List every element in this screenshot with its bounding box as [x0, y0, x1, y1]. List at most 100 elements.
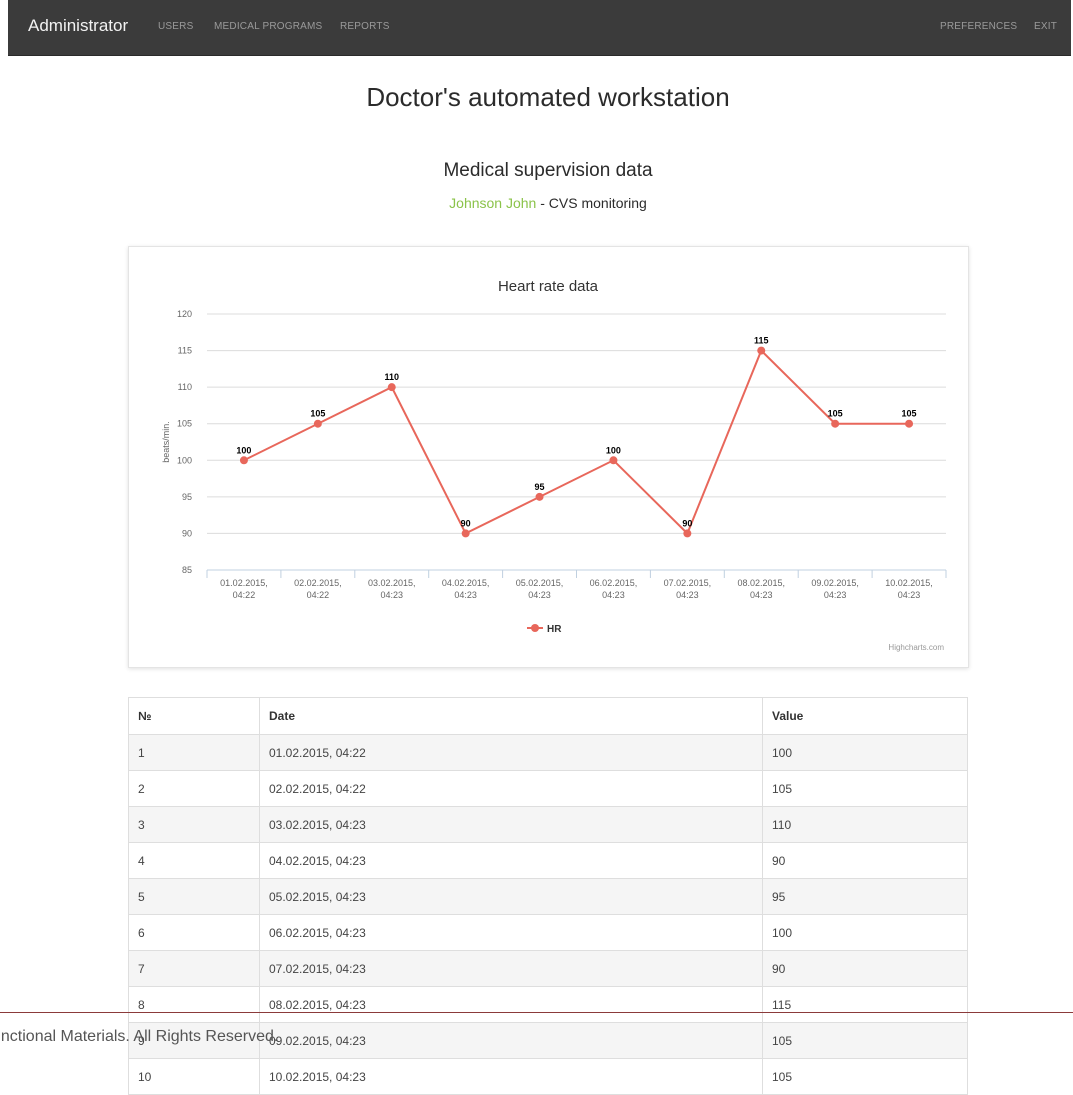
- brand-label[interactable]: Administrator: [28, 16, 128, 36]
- x-tick-label-date: 03.02.2015,: [368, 578, 416, 588]
- table-row: 2 02.02.2015, 04:22 105: [128, 770, 968, 807]
- row-date-cell: 09.02.2015, 04:23: [259, 1022, 763, 1059]
- y-tick-label: 120: [177, 309, 192, 319]
- data-label: 90: [461, 518, 471, 528]
- row-date-cell: 06.02.2015, 04:23: [259, 914, 763, 951]
- x-tick-label-time: 04:23: [380, 590, 403, 600]
- row-date-cell: 03.02.2015, 04:23: [259, 806, 763, 843]
- footer-copyright: unctional Materials. All Rights Reserved…: [0, 1028, 279, 1045]
- y-tick-label: 95: [182, 492, 192, 502]
- data-label: 110: [384, 372, 399, 382]
- x-tick-label-time: 04:23: [602, 590, 625, 600]
- table-row: 5 05.02.2015, 04:23 95: [128, 878, 968, 915]
- data-point: [387, 383, 396, 392]
- row-value-cell: 110: [762, 806, 968, 843]
- row-number-cell: 1: [128, 734, 260, 771]
- data-point: [757, 346, 766, 355]
- heart-rate-chart: Heart rate data 85 90 95 100 105 110 115 120 beat…: [161, 278, 947, 652]
- y-tick-label: 85: [182, 565, 192, 575]
- row-number-cell: 8: [128, 986, 260, 1023]
- data-point: [461, 529, 470, 538]
- data-label: 105: [902, 409, 917, 419]
- row-number-cell: 2: [128, 770, 260, 807]
- table-row: 6 06.02.2015, 04:23 100: [128, 914, 968, 951]
- table-row: 7 07.02.2015, 04:23 90: [128, 950, 968, 987]
- x-tick-label-time: 04:23: [750, 590, 773, 600]
- row-number-cell: 4: [128, 842, 260, 879]
- data-point: [609, 456, 618, 465]
- row-number-cell: 7: [128, 950, 260, 987]
- x-tick-label-time: 04:23: [898, 590, 921, 600]
- patient-name-link[interactable]: Johnson John: [449, 195, 536, 211]
- header-number: №: [128, 697, 260, 735]
- y-tick-label: 100: [177, 455, 192, 465]
- y-axis-title: beats/min.: [161, 421, 171, 463]
- top-navbar: Administrator USERS MEDICAL PROGRAMS REP…: [8, 0, 1071, 56]
- row-value-cell: 100: [762, 914, 968, 951]
- footer-divider: [0, 1012, 1073, 1013]
- data-point: [535, 492, 544, 501]
- row-date-cell: 04.02.2015, 04:23: [259, 842, 763, 879]
- x-tick-label-time: 04:22: [233, 590, 256, 600]
- x-tick-label-date: 08.02.2015,: [737, 578, 785, 588]
- nav-preferences-link[interactable]: PREFERENCES: [940, 21, 1017, 32]
- series-line-hr: [243, 348, 910, 536]
- legend-item-hr: HR: [547, 624, 562, 635]
- x-tick-label-time: 04:22: [307, 590, 330, 600]
- x-tick-label-date: 10.02.2015,: [885, 578, 933, 588]
- data-label: 95: [535, 482, 545, 492]
- legend-marker-dot: [531, 624, 539, 632]
- row-date-cell: 08.02.2015, 04:23: [259, 986, 763, 1023]
- y-tick-label: 105: [177, 419, 192, 429]
- data-label: 100: [606, 445, 621, 455]
- y-tick-label: 110: [178, 382, 192, 392]
- row-value-cell: 105: [762, 1022, 968, 1059]
- data-point: [239, 456, 248, 465]
- table-row: 4 04.02.2015, 04:23 90: [128, 842, 968, 879]
- x-tick-label-date: 01.02.2015,: [220, 578, 268, 588]
- section-title: Medical supervision data: [443, 160, 653, 181]
- y-tick-label: 90: [182, 528, 192, 538]
- row-date-cell: 10.02.2015, 04:23: [259, 1058, 763, 1095]
- row-number-cell: 10: [128, 1058, 260, 1095]
- row-date-cell: 02.02.2015, 04:22: [259, 770, 763, 807]
- row-date-cell: 01.02.2015, 04:22: [259, 734, 763, 771]
- row-value-cell: 90: [762, 950, 968, 987]
- table-row: 1 01.02.2015, 04:22 100: [128, 734, 968, 771]
- chart-title: Heart rate data: [498, 278, 599, 295]
- table-row: 10 10.02.2015, 04:23 105: [128, 1058, 968, 1095]
- heart-rate-chart-card: Heart rate data 85 90 95 100 105 110 115 120 beat…: [128, 246, 969, 668]
- x-tick-label-time: 04:23: [676, 590, 699, 600]
- row-value-cell: 95: [762, 878, 968, 915]
- x-tick-label-time: 04:23: [528, 590, 551, 600]
- nav-reports-link[interactable]: REPORTS: [340, 21, 390, 32]
- page-title: Doctor's automated workstation: [366, 82, 730, 112]
- x-tick-label-date: 07.02.2015,: [664, 578, 712, 588]
- row-value-cell: 115: [762, 986, 968, 1023]
- row-number-cell: 6: [128, 914, 260, 951]
- data-label: 105: [310, 409, 325, 419]
- x-tick-label-date: 09.02.2015,: [811, 578, 859, 588]
- row-value-cell: 105: [762, 1058, 968, 1095]
- program-label: - CVS monitoring: [536, 195, 647, 211]
- data-label: 115: [754, 336, 769, 346]
- patient-line: Johnson John - CVS monitoring: [0, 195, 1073, 211]
- header-date: Date: [259, 697, 763, 735]
- table-row: 3 03.02.2015, 04:23 110: [128, 806, 968, 843]
- row-number-cell: 5: [128, 878, 260, 915]
- data-point: [831, 419, 840, 428]
- nav-medical-programs-link[interactable]: MEDICAL PROGRAMS: [214, 21, 322, 32]
- row-date-cell: 07.02.2015, 04:23: [259, 950, 763, 987]
- table-row: 8 08.02.2015, 04:23 115: [128, 986, 968, 1023]
- row-date-cell: 05.02.2015, 04:23: [259, 878, 763, 915]
- nav-users-link[interactable]: USERS: [158, 21, 193, 32]
- x-tick-label-date: 04.02.2015,: [442, 578, 490, 588]
- data-point: [683, 529, 692, 538]
- data-label: 100: [236, 445, 251, 455]
- x-tick-label-date: 05.02.2015,: [516, 578, 564, 588]
- x-tick-label-time: 04:23: [454, 590, 477, 600]
- data-point: [905, 419, 914, 428]
- data-point: [313, 419, 322, 428]
- y-tick-label: 115: [178, 346, 192, 356]
- nav-exit-link[interactable]: EXIT: [1034, 21, 1057, 32]
